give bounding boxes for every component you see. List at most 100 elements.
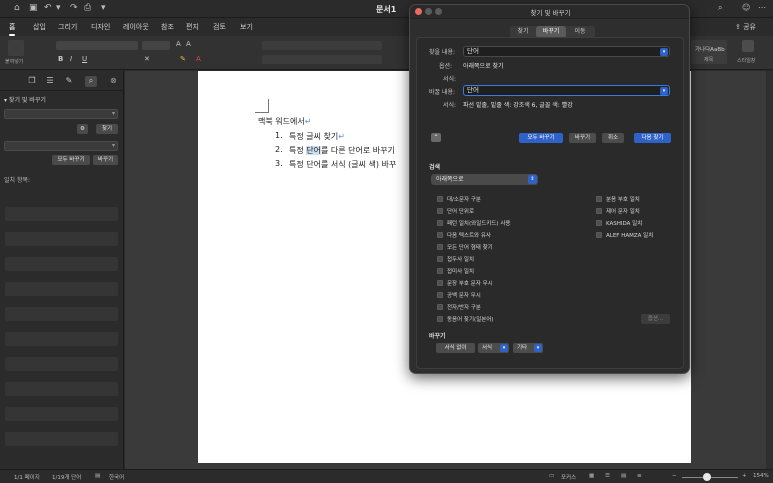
search-icon[interactable]: ⌕ <box>718 3 722 13</box>
chevron-down-icon[interactable]: ▾ <box>660 87 668 95</box>
tab-draw[interactable]: 그리기 <box>58 22 77 32</box>
close-icon[interactable]: ⊗ <box>110 76 117 85</box>
search-icon[interactable]: ⌕ <box>85 76 97 87</box>
font-color-icon[interactable]: A <box>196 55 201 63</box>
tab-view[interactable]: 보기 <box>240 22 253 32</box>
option-all-word-forms[interactable]: 모든 단어 형태 찾기 <box>437 243 493 251</box>
spellcheck-icon[interactable]: ▤ <box>95 473 100 479</box>
checkbox[interactable] <box>437 208 443 214</box>
checkbox[interactable] <box>437 316 443 322</box>
paste-button[interactable] <box>8 40 24 56</box>
option-sounds-like[interactable]: 다음 텍스트와 유사 <box>437 231 491 239</box>
find-input[interactable]: 단어 ▾ <box>463 46 670 57</box>
checkbox[interactable] <box>437 304 443 310</box>
checkbox[interactable] <box>596 220 602 226</box>
print-icon[interactable]: ⎙ <box>84 3 91 13</box>
zoom-slider-handle[interactable] <box>703 473 711 481</box>
list-icon[interactable]: ☰ <box>44 76 56 87</box>
tab-design[interactable]: 디자인 <box>91 22 110 32</box>
pane-replace-button[interactable]: 바꾸기 <box>93 155 118 165</box>
option-full-half-width[interactable]: 전자/반자 구분 <box>437 303 481 311</box>
option-ignore-punctuation[interactable]: 문장 부호 문자 무시 <box>437 279 493 287</box>
print-layout-icon[interactable]: ▦ <box>589 473 594 479</box>
list-item-text[interactable]: 특정 글씨 찾기↵ <box>289 131 345 142</box>
option-match-suffix[interactable]: 접미사 일치 <box>437 267 474 275</box>
tab-references[interactable]: 참조 <box>161 22 174 32</box>
pane-search-input[interactable]: ▾ <box>4 109 118 119</box>
checkbox[interactable] <box>437 232 443 238</box>
cancel-button[interactable]: 취소 <box>602 133 624 143</box>
vertical-scrollbar[interactable] <box>766 71 773 469</box>
edit-icon[interactable]: ✎ <box>63 76 75 87</box>
redo-icon[interactable]: ↷ <box>70 3 78 13</box>
page-count[interactable]: 1/1 페이지 <box>14 473 40 481</box>
tab-review[interactable]: 검토 <box>213 22 226 32</box>
read-mode-icon[interactable]: ▤ <box>621 473 626 479</box>
styles-pane-button[interactable] <box>742 40 754 52</box>
checkbox[interactable] <box>437 196 443 202</box>
word-count[interactable]: 1/19개 단어 <box>52 473 81 481</box>
search-direction-select[interactable]: 아래쪽으로 ⇕ <box>431 174 538 185</box>
find-next-button[interactable]: 다음 찾기 <box>634 133 671 143</box>
focus-icon[interactable]: ▭ <box>549 473 554 479</box>
option-japanese-homophones[interactable]: 동음어 찾기(일본어) <box>437 315 494 323</box>
home-icon[interactable]: ⌂ <box>14 3 20 13</box>
pane-replace-all-button[interactable]: 모두 바꾸기 <box>52 155 90 165</box>
more-icon[interactable]: ⋯ <box>758 3 766 12</box>
option-match-case[interactable]: 대/소문자 구분 <box>437 195 481 203</box>
tab-layout[interactable]: 레이아웃 <box>123 22 149 32</box>
document-heading[interactable]: 맥북 워드에서↵ <box>258 116 311 127</box>
chevron-up-icon[interactable]: ⌃ <box>431 133 441 142</box>
bold-icon[interactable]: B <box>58 55 63 63</box>
zoom-level[interactable]: 154% <box>753 473 769 479</box>
customize-toolbar-icon[interactable]: ▾ <box>101 3 106 13</box>
web-layout-icon[interactable]: ☰ <box>605 473 610 479</box>
list-item-text[interactable]: 특정 단어를 서식 (글씨 색) 바꾸 <box>289 159 396 170</box>
zoom-in-icon[interactable]: + <box>742 473 747 479</box>
checkbox[interactable] <box>596 208 602 214</box>
special-menu-button[interactable]: 기타 ▾ <box>513 343 543 353</box>
option-match-prefix[interactable]: 접두사 일치 <box>437 255 474 263</box>
list-item-text[interactable]: 특정 단어를 다른 단어로 바꾸기 <box>289 145 395 156</box>
focus-label[interactable]: 포커스 <box>561 473 576 481</box>
checkbox[interactable] <box>437 256 443 262</box>
grow-font-icon[interactable]: A <box>176 40 181 48</box>
copy-icon[interactable]: ❐ <box>26 76 38 87</box>
replace-button[interactable]: 바꾸기 <box>569 133 596 143</box>
italic-icon[interactable]: I <box>70 55 72 63</box>
save-icon[interactable]: ▣ <box>29 3 38 13</box>
undo-dropdown-icon[interactable]: ▾ <box>56 3 61 13</box>
gear-icon[interactable]: ⚙ <box>77 124 88 134</box>
zoom-out-icon[interactable]: − <box>672 473 677 479</box>
underline-icon[interactable]: U <box>82 55 87 63</box>
checkbox[interactable] <box>437 292 443 298</box>
checkbox[interactable] <box>437 268 443 274</box>
tab-mailings[interactable]: 편지 <box>186 22 199 32</box>
option-match-kashida[interactable]: KASHIDA 일치 <box>596 219 642 227</box>
tab-home[interactable]: 홈 <box>9 22 16 36</box>
format-menu-button[interactable]: 서식 ▾ <box>478 343 509 353</box>
outline-icon[interactable]: ≡ <box>637 473 642 479</box>
checkbox[interactable] <box>596 196 602 202</box>
language[interactable]: 한국어 <box>109 473 124 481</box>
shrink-font-icon[interactable]: A <box>186 40 191 48</box>
pane-replace-input[interactable]: ▾ <box>4 141 118 151</box>
pane-find-button[interactable]: 찾기 <box>96 124 118 134</box>
checkbox[interactable] <box>437 244 443 250</box>
tab-insert[interactable]: 삽입 <box>33 22 46 32</box>
option-match-alef-hamza[interactable]: ALEF HAMZA 일치 <box>596 231 653 239</box>
clear-format-icon[interactable]: ✕ <box>144 55 150 63</box>
account-icon[interactable]: ☺ <box>742 3 750 12</box>
highlight-color-icon[interactable]: ✎ <box>180 55 186 63</box>
replace-input[interactable]: 단어 ▾ <box>463 85 670 96</box>
share-button[interactable]: ⇪ 공유 <box>735 22 756 32</box>
chevron-down-icon[interactable]: ▾ <box>660 48 668 56</box>
checkbox[interactable] <box>596 232 602 238</box>
option-match-control-chars[interactable]: 제어 문자 일치 <box>596 207 640 215</box>
special-options-button[interactable]: 옵션... <box>641 314 670 324</box>
replace-all-button[interactable]: 모두 바꾸기 <box>519 133 563 143</box>
checkbox[interactable] <box>437 220 443 226</box>
undo-icon[interactable]: ↶ <box>44 3 52 13</box>
font-name-select[interactable] <box>56 41 138 50</box>
checkbox[interactable] <box>437 280 443 286</box>
